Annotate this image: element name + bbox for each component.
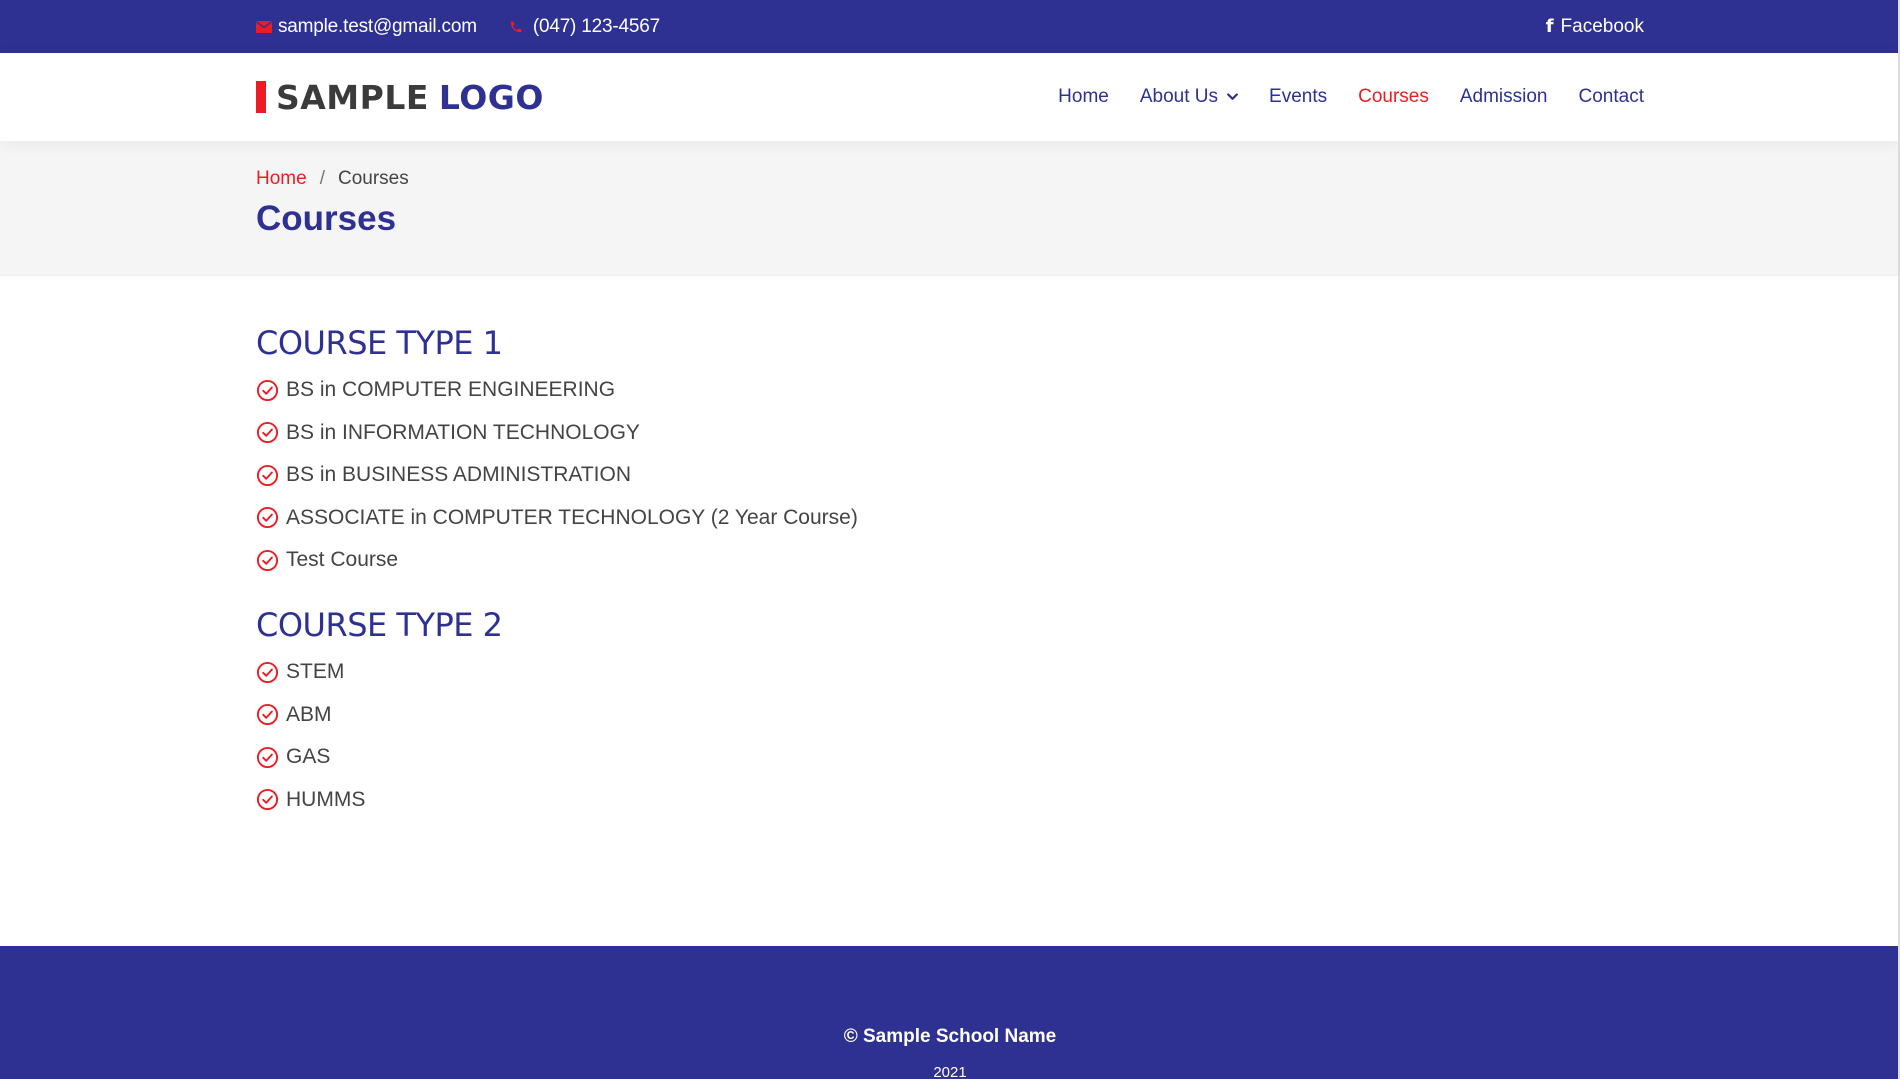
check-circle-icon [256, 661, 279, 684]
breadcrumb-current: Courses [337, 168, 409, 189]
nav-home[interactable]: Home [1058, 86, 1109, 108]
list-item: BS in INFORMATION TECHNOLOGY [256, 412, 858, 455]
breadcrumb-home[interactable]: Home [256, 168, 307, 190]
site-footer: © Sample School Name 2021 [0, 946, 1900, 1079]
main-nav: Home About Us Events Courses Admission C… [1027, 86, 1644, 108]
facebook-icon: f [1545, 16, 1554, 37]
list-item: BS in BUSINESS ADMINISTRATION [256, 454, 858, 497]
list-item: BS in COMPUTER ENGINEERING [256, 369, 858, 412]
check-circle-icon [256, 464, 279, 487]
course-name: BS in BUSINESS ADMINISTRATION [286, 463, 632, 487]
top-bar: sample.test@gmail.com (047) 123-4567 f F… [0, 0, 1900, 53]
check-circle-icon [256, 421, 279, 444]
nav-contact[interactable]: Contact [1579, 86, 1644, 108]
check-circle-icon [256, 703, 279, 726]
logo-word-1: SAMPLE [276, 77, 429, 117]
section-title: COURSE TYPE 2 [256, 606, 503, 644]
list-item: ABM [256, 694, 503, 737]
page-title-band: Home / Courses Courses [0, 141, 1900, 276]
email-link[interactable]: sample.test@gmail.com [256, 16, 477, 38]
footer-copyright: © Sample School Name [843, 1026, 1057, 1047]
phone-text: (047) 123-4567 [532, 15, 660, 37]
site-logo[interactable]: SAMPLE LOGO [256, 78, 544, 117]
list-item: STEM [256, 651, 503, 694]
breadcrumb: Home / Courses [256, 168, 409, 190]
nav-about-us[interactable]: About Us [1140, 86, 1238, 108]
course-section-1: COURSE TYPE 1 BS in COMPUTER ENGINEERING… [256, 324, 858, 582]
page-title: Courses [256, 199, 397, 238]
course-list: BS in COMPUTER ENGINEERING BS in INFORMA… [256, 369, 858, 582]
course-name: ASSOCIATE in COMPUTER TECHNOLOGY (2 Year… [286, 505, 858, 529]
logo-word-2: LOGO [438, 77, 544, 117]
course-section-2: COURSE TYPE 2 STEM ABM GAS HUMMS [256, 606, 503, 821]
course-name: BS in COMPUTER ENGINEERING [286, 378, 616, 402]
check-circle-icon [256, 379, 279, 402]
course-name: STEM [286, 660, 345, 684]
section-title: COURSE TYPE 1 [256, 324, 503, 362]
course-name: ABM [286, 702, 332, 726]
envelope-icon [256, 20, 272, 33]
facebook-link[interactable]: f Facebook [1546, 16, 1644, 38]
check-circle-icon [256, 746, 279, 769]
course-name: GAS [286, 745, 331, 769]
course-name: BS in INFORMATION TECHNOLOGY [286, 420, 640, 444]
check-circle-icon [256, 549, 279, 572]
course-name: HUMMS [286, 787, 366, 811]
phone-icon [509, 19, 523, 35]
site-header: SAMPLE LOGO Home About Us Events Courses… [0, 53, 1900, 141]
list-item: HUMMS [256, 779, 503, 822]
chevron-down-icon [1227, 93, 1238, 101]
breadcrumb-separator: / [319, 168, 325, 189]
contact-info: sample.test@gmail.com (047) 123-4567 [256, 16, 660, 38]
nav-admission[interactable]: Admission [1460, 86, 1548, 108]
email-text: sample.test@gmail.com [278, 15, 477, 37]
course-name: Test Course [286, 548, 399, 572]
logo-bar [256, 81, 266, 113]
nav-about-us-label: About Us [1139, 86, 1219, 107]
list-item: ASSOCIATE in COMPUTER TECHNOLOGY (2 Year… [256, 497, 858, 540]
facebook-text: Facebook [1560, 15, 1644, 37]
nav-events[interactable]: Events [1269, 86, 1327, 108]
check-circle-icon [256, 788, 279, 811]
phone-link[interactable]: (047) 123-4567 [509, 16, 660, 38]
check-circle-icon [256, 506, 279, 529]
list-item: GAS [256, 736, 503, 779]
list-item: Test Course [256, 539, 858, 582]
course-list: STEM ABM GAS HUMMS [256, 651, 503, 821]
nav-courses[interactable]: Courses [1358, 86, 1429, 108]
footer-year: 2021 [933, 1064, 967, 1079]
